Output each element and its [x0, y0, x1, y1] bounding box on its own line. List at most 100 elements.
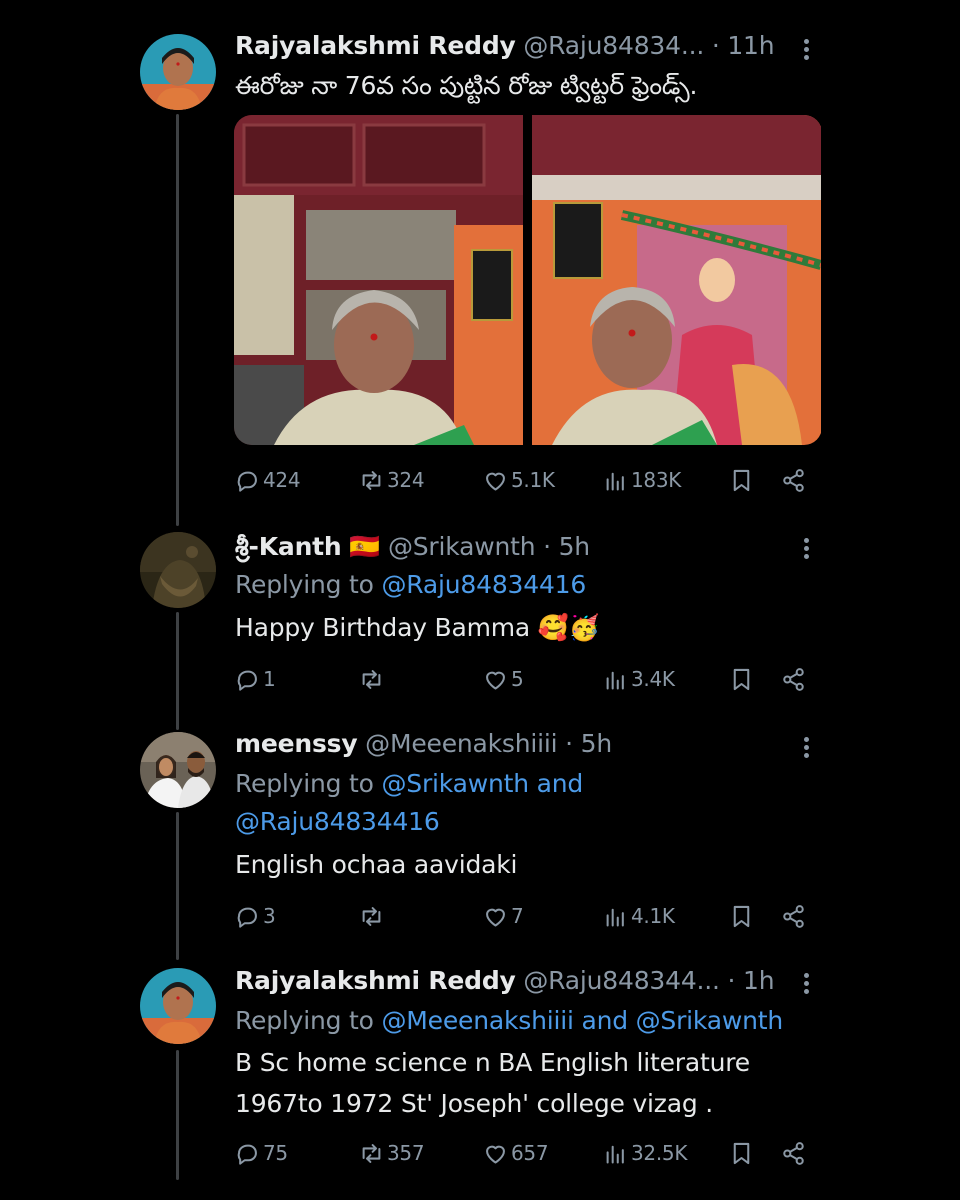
like-button[interactable]: 7 [482, 900, 524, 932]
speech-bubble-icon [237, 670, 257, 691]
thread-line [176, 612, 179, 730]
tweet-header: Rajyalakshmi Reddy @Raju84834... · 11h [235, 31, 775, 61]
avatar[interactable] [140, 968, 216, 1044]
like-count: 5.1K [511, 468, 555, 492]
bookmark-icon [733, 668, 750, 690]
view-count: 183K [631, 468, 682, 492]
retweet-button[interactable]: 357 [358, 1137, 425, 1169]
handle[interactable]: @Raju848344... [523, 966, 720, 995]
timestamp[interactable]: · 5h [543, 532, 590, 561]
replying-to-continued: @Raju84834416 [235, 806, 440, 838]
avatar[interactable] [140, 34, 216, 110]
share-button[interactable] [780, 1137, 807, 1169]
replying-to: Replying to @Raju84834416 [235, 569, 586, 601]
view-count: 3.4K [631, 667, 675, 691]
reply-count: 1 [263, 667, 276, 691]
replying-to: Replying to @Srikawnth and [235, 768, 583, 800]
retweet-arrows-icon [362, 669, 381, 689]
bookmark-button[interactable] [728, 1137, 755, 1169]
more-dots-icon[interactable] [798, 734, 814, 762]
more-dots-icon[interactable] [798, 970, 814, 998]
share-button[interactable] [780, 464, 807, 496]
share-nodes-icon [783, 904, 804, 928]
like-count: 5 [511, 667, 524, 691]
share-nodes-icon [783, 1141, 804, 1165]
more-dots-icon[interactable] [798, 36, 814, 64]
view-count: 4.1K [631, 904, 675, 928]
mention-link[interactable]: @Meeenakshiiii and @Srikawnth [382, 1006, 784, 1035]
heart-icon [486, 472, 505, 491]
tweet-text: Happy Birthday Bamma 🥰🥳 [235, 612, 600, 644]
tweet-text: B Sc home science n BA English literatur… [235, 1048, 750, 1077]
handle[interactable]: @Srikawnth [388, 532, 536, 561]
retweet-arrows-icon [362, 470, 381, 490]
bookmark-button[interactable] [728, 464, 755, 496]
bookmark-button[interactable] [728, 900, 755, 932]
speech-bubble-icon [237, 907, 257, 928]
bar-chart-icon [606, 472, 624, 491]
retweet-button[interactable] [358, 663, 387, 695]
photo-right[interactable] [532, 115, 821, 445]
speech-bubble-icon [237, 1144, 257, 1165]
mention-link[interactable]: @Raju84834416 [382, 570, 587, 599]
tweet-header: శ్రీ-Kanth 🇪🇸 @Srikawnth · 5h [235, 532, 590, 562]
retweet-arrows-icon [362, 1143, 381, 1163]
replying-prefix: Replying to [235, 570, 374, 599]
bookmark-icon [733, 905, 750, 927]
like-count: 657 [511, 1141, 549, 1165]
share-button[interactable] [780, 900, 807, 932]
tweet-header: Rajyalakshmi Reddy @Raju848344... · 1h [235, 966, 775, 996]
view-count: 32.5K [631, 1141, 688, 1165]
tweet-actions: 424 324 5.1K 183K [234, 464, 814, 496]
reply-button[interactable]: 1 [234, 663, 276, 695]
mention-link[interactable]: @Raju84834416 [235, 807, 440, 836]
timestamp[interactable]: · 5h [565, 729, 612, 758]
timestamp[interactable]: · 11h [712, 31, 775, 60]
retweet-count: 324 [387, 468, 425, 492]
tweet-text-content: Happy Birthday Bamma [235, 613, 531, 642]
mention-link[interactable]: @Srikawnth and [382, 769, 584, 798]
timestamp[interactable]: · 1h [728, 966, 775, 995]
tweet-text: ఈరోజు నా 76వ సం పుట్టిన రోజు ట్విట్టర్ ఫ… [235, 71, 698, 100]
tweet-media[interactable] [234, 115, 822, 445]
thread-line [176, 1050, 179, 1180]
heart-icon [486, 671, 505, 690]
views-button[interactable]: 183K [602, 464, 681, 496]
like-button[interactable]: 5.1K [482, 464, 555, 496]
reply-count: 3 [263, 904, 276, 928]
views-button[interactable]: 32.5K [602, 1137, 687, 1169]
handle[interactable]: @Meeenakshiiii [365, 729, 557, 758]
display-name[interactable]: Rajyalakshmi Reddy [235, 31, 516, 60]
display-name[interactable]: శ్రీ-Kanth [235, 532, 342, 561]
reply-count: 424 [263, 468, 301, 492]
like-button[interactable]: 5 [482, 663, 524, 695]
avatar[interactable] [140, 532, 216, 608]
photo-left[interactable] [234, 115, 523, 445]
more-dots-icon[interactable] [798, 535, 814, 563]
replying-prefix: Replying to [235, 769, 374, 798]
display-name[interactable]: Rajyalakshmi Reddy [235, 966, 516, 995]
thread-line [176, 114, 179, 526]
share-button[interactable] [780, 663, 807, 695]
share-nodes-icon [783, 468, 804, 492]
like-button[interactable]: 657 [482, 1137, 549, 1169]
display-name[interactable]: meenssy [235, 729, 358, 758]
retweet-button[interactable]: 324 [358, 464, 425, 496]
retweet-button[interactable] [358, 900, 387, 932]
handle[interactable]: @Raju84834... [523, 31, 704, 60]
views-button[interactable]: 3.4K [602, 663, 675, 695]
replying-prefix: Replying to [235, 1006, 374, 1035]
reply-count: 75 [263, 1141, 288, 1165]
bar-chart-icon [606, 671, 624, 690]
reply-button[interactable]: 75 [234, 1137, 288, 1169]
tweet-text: 1967to 1972 St' Joseph' college vizag . [235, 1089, 713, 1118]
bookmark-button[interactable] [728, 663, 755, 695]
like-count: 7 [511, 904, 524, 928]
tweet-actions: 3 7 4.1K [234, 900, 814, 932]
reply-button[interactable]: 3 [234, 900, 276, 932]
reply-button[interactable]: 424 [234, 464, 301, 496]
views-button[interactable]: 4.1K [602, 900, 675, 932]
avatar[interactable] [140, 732, 216, 808]
tweet-header: meenssy @Meeenakshiiii · 5h [235, 729, 612, 759]
tweet-actions: 75 357 657 32.5K [234, 1137, 814, 1169]
